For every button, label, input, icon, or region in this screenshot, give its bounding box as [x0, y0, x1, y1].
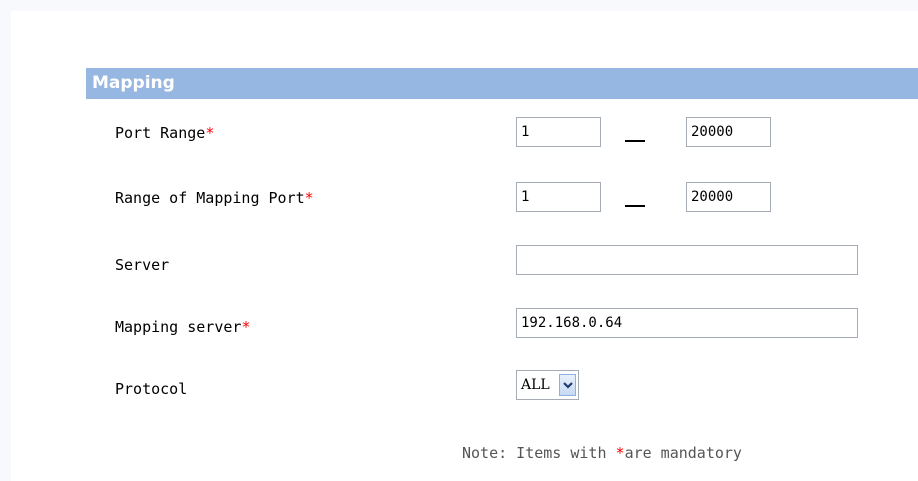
mapping-port-range-label-text: Range of Mapping Port [115, 189, 305, 207]
required-mark: * [304, 189, 314, 207]
port-range-from-input[interactable]: 1 [516, 117, 601, 147]
port-range-label-text: Port Range [115, 124, 206, 142]
protocol-selected-value: ALL [521, 377, 550, 393]
note-suffix: are mandatory [624, 444, 742, 462]
mapping-server-label-text: Mapping server [115, 318, 242, 336]
mapping-server-input[interactable]: 192.168.0.64 [516, 308, 858, 338]
required-mark: * [241, 318, 251, 336]
server-label-text: Server [115, 256, 170, 274]
note-prefix: Note: Items with [462, 444, 616, 462]
section-title: Mapping [92, 73, 175, 93]
protocol-select[interactable]: ALL [516, 370, 579, 400]
port-range-to-input[interactable]: 20000 [686, 117, 771, 147]
mapping-server-label: Mapping server* [115, 318, 250, 336]
mapping-port-to-input[interactable]: 20000 [686, 182, 771, 212]
mapping-port-range-separator [625, 205, 645, 207]
server-input[interactable] [516, 245, 858, 275]
mapping-port-from-input[interactable]: 1 [516, 182, 601, 212]
protocol-dropdown-button[interactable] [559, 374, 576, 396]
port-range-separator [625, 140, 645, 142]
mapping-port-range-label: Range of Mapping Port* [115, 189, 314, 207]
section-header-mapping: Mapping [86, 68, 918, 99]
protocol-label-text: Protocol [115, 380, 188, 398]
port-range-label: Port Range* [115, 124, 214, 142]
protocol-label: Protocol [115, 380, 187, 398]
server-label: Server [115, 256, 169, 274]
chevron-down-icon [562, 382, 573, 389]
mandatory-note: Note: Items with *are mandatory [462, 444, 742, 462]
note-required-mark: * [615, 444, 625, 462]
required-mark: * [205, 124, 215, 142]
